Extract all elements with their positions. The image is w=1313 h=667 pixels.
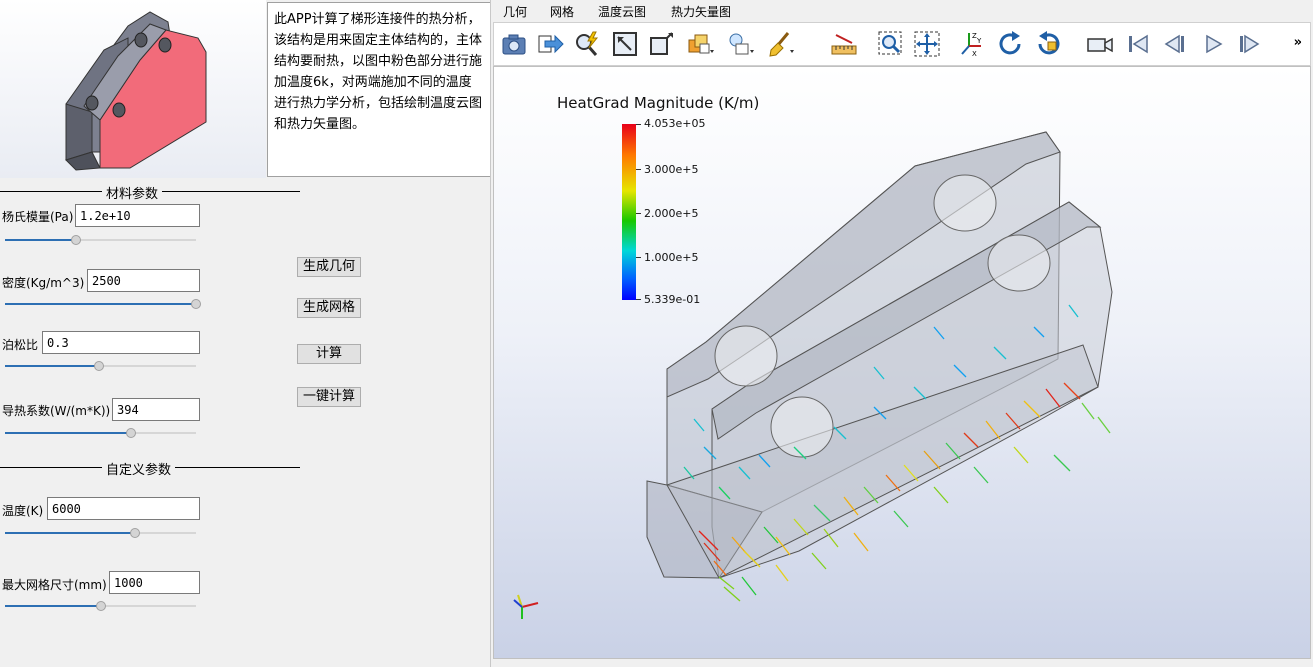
video-camera-icon[interactable] [1086, 30, 1118, 58]
poisson-field[interactable] [42, 331, 200, 354]
ruler-icon[interactable] [830, 30, 858, 58]
svg-text:X: X [972, 50, 977, 58]
conductivity-slider[interactable] [5, 427, 196, 439]
youngs-modulus-label: 杨氏模量(Pa) [2, 210, 74, 224]
pan-icon[interactable] [913, 30, 941, 58]
toolbar: ZYX » [493, 22, 1311, 66]
rotate-ccw-icon[interactable] [1034, 30, 1062, 58]
temperature-label: 温度(K) [2, 504, 44, 518]
material-group-title: 材料参数 [0, 183, 300, 202]
generate-geometry-button[interactable]: 生成几何 [297, 257, 361, 277]
svg-text:Y: Y [976, 37, 982, 45]
heat-vector-model [513, 131, 1113, 619]
mesh-size-slider[interactable] [5, 600, 196, 612]
generate-mesh-button[interactable]: 生成网格 [297, 298, 361, 318]
toolbar-overflow-button[interactable]: » [1294, 35, 1302, 50]
density-slider[interactable] [5, 298, 201, 310]
youngs-modulus-slider[interactable] [5, 234, 196, 246]
next-frame-icon[interactable] [1235, 30, 1263, 58]
temperature-slider[interactable] [5, 527, 196, 539]
color-layers-icon[interactable] [686, 30, 714, 58]
box-view-icon[interactable] [647, 30, 675, 58]
zoom-box-icon[interactable] [877, 30, 905, 58]
poisson-slider[interactable] [5, 360, 196, 372]
one-click-compute-button[interactable]: 一键计算 [297, 387, 361, 407]
density-field[interactable] [87, 269, 200, 292]
3d-viewport[interactable]: HeatGrad Magnitude (K/m) 4.053e+05 3.000… [493, 66, 1311, 659]
tab-heat-vector[interactable]: 热力矢量图 [671, 3, 731, 20]
export-arrow-icon[interactable] [537, 30, 565, 58]
description-text: 此APP计算了梯形连接件的热分析， 该结构是用来固定主体结构的，主体结构要耐热，… [267, 2, 491, 177]
first-frame-icon[interactable] [1124, 30, 1152, 58]
prev-frame-icon[interactable] [1161, 30, 1189, 58]
zoom-lightning-icon[interactable] [573, 30, 601, 58]
broom-icon[interactable] [766, 30, 794, 58]
tab-geometry[interactable]: 几何 [503, 3, 527, 20]
axes-icon[interactable]: ZYX [957, 30, 985, 58]
compute-button[interactable]: 计算 [297, 344, 361, 364]
mesh-size-label: 最大网格尺寸(mm) [2, 578, 107, 592]
temperature-field[interactable] [47, 497, 200, 520]
density-label: 密度(Kg/m^3) [2, 276, 85, 290]
youngs-modulus-field[interactable] [75, 204, 200, 227]
conductivity-field[interactable] [112, 398, 200, 421]
conductivity-label: 导热系数(W/(m*K)) [2, 404, 111, 418]
custom-group-title: 自定义参数 [0, 459, 300, 478]
parameter-panel: 此APP计算了梯形连接件的热分析， 该结构是用来固定主体结构的，主体结构要耐热，… [0, 0, 491, 667]
mesh-size-field[interactable] [109, 571, 200, 594]
visualization-panel: 几何 网格 温度云图 热力矢量图 Z Y X » HeatGrad Magnit… [490, 0, 1313, 667]
part-preview-image [0, 0, 266, 178]
poisson-label: 泊松比 [2, 338, 39, 352]
tab-temperature-contour[interactable]: 温度云图 [598, 3, 646, 20]
light-icon[interactable] [726, 30, 754, 58]
rotate-cw-icon[interactable] [997, 30, 1025, 58]
play-icon[interactable] [1199, 30, 1227, 58]
camera-icon[interactable] [500, 30, 528, 58]
fit-view-icon[interactable] [611, 30, 639, 58]
tab-mesh[interactable]: 网格 [550, 3, 574, 20]
app-window: 此APP计算了梯形连接件的热分析， 该结构是用来固定主体结构的，主体结构要耐热，… [0, 0, 1313, 667]
view-tabs: 几何 网格 温度云图 热力矢量图 [491, 0, 1313, 22]
